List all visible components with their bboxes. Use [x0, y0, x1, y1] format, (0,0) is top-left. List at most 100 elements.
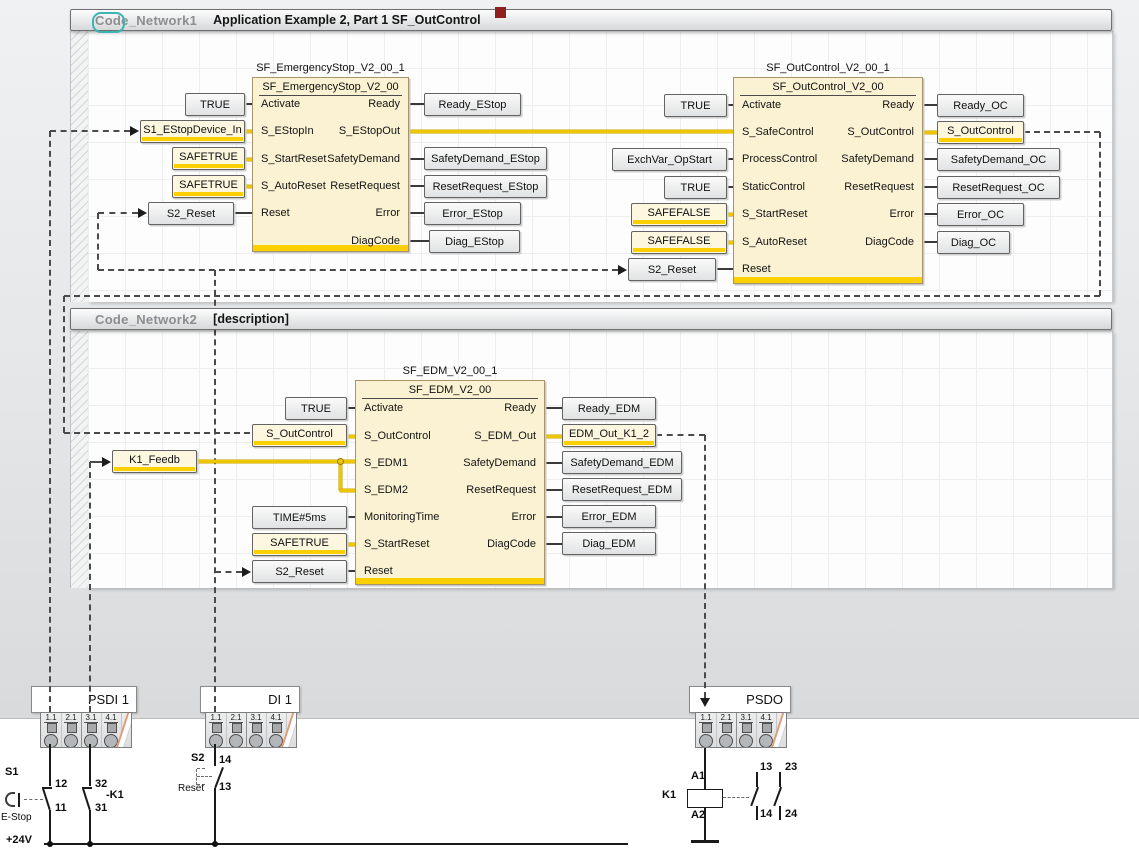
- safety-wire: [409, 130, 733, 133]
- circuit-label-14: 14: [219, 754, 231, 766]
- terminal-pin-3.1: 3.1: [246, 713, 267, 747]
- variable-box-SAFEFALSE[interactable]: SAFEFALSE: [631, 203, 727, 226]
- variable-box-Error_EDM[interactable]: Error_EDM: [562, 505, 656, 528]
- fb-input-pin-ProcessControl: ProcessControl: [742, 153, 817, 165]
- variable-box-SAFEFALSE[interactable]: SAFEFALSE: [631, 231, 727, 254]
- circuit-label-13: 13: [760, 761, 772, 773]
- dashed-connection-line: [63, 296, 65, 433]
- variable-box-Error_OC[interactable]: Error_OC: [937, 203, 1024, 226]
- network1-margin: [70, 31, 89, 302]
- network2-header[interactable]: Code_Network2 [description]: [70, 308, 1112, 330]
- network1-header[interactable]: Code_Network1 Application Example 2, Par…: [70, 9, 1112, 31]
- bus-junction-dot: [87, 841, 93, 847]
- variable-box-S_OutControl[interactable]: S_OutControl: [252, 424, 347, 447]
- variable-box-S2_Reset[interactable]: S2_Reset: [148, 202, 234, 225]
- variable-box-SafetyDemand_EStop[interactable]: SafetyDemand_EStop: [424, 147, 547, 170]
- variable-box-SafetyDemand_EDM[interactable]: SafetyDemand_EDM: [562, 451, 682, 474]
- circuit-wire: [704, 748, 706, 789]
- fb-output-pin-ResetRequest: ResetRequest: [466, 484, 536, 496]
- variable-box-Diag_OC[interactable]: Diag_OC: [937, 231, 1010, 254]
- fb-input-pin-Reset: Reset: [364, 565, 393, 577]
- pin-stub: [408, 240, 430, 242]
- variable-box-TRUE[interactable]: TRUE: [664, 176, 727, 199]
- variable-box-SAFETRUE[interactable]: SAFETRUE: [172, 147, 245, 170]
- variable-box-K1_Feedb[interactable]: K1_Feedb: [112, 450, 197, 473]
- terminal-pin-number: 4.1: [101, 713, 121, 722]
- terminal-pin-number: 1.1: [696, 713, 716, 722]
- safety-wire: [340, 489, 355, 492]
- variable-box-SAFETRUE[interactable]: SAFETRUE: [172, 175, 245, 198]
- circuit-wire: [756, 806, 758, 820]
- pin-stub: [922, 158, 938, 160]
- function-block-SF_OutControl_V2_00[interactable]: SF_OutControl_V2_00ActivateS_SafeControl…: [733, 77, 923, 284]
- fb-input-pin-Reset: Reset: [742, 263, 771, 275]
- terminal-pin-2.1: 2.1: [716, 713, 737, 747]
- circuit-wire: [42, 787, 52, 789]
- variable-box-ResetRequest_EDM[interactable]: ResetRequest_EDM: [562, 478, 682, 501]
- terminal-pin-2.1: 2.1: [226, 713, 247, 747]
- fb-output-pin-Ready: Ready: [504, 402, 536, 414]
- terminal-pin-square: [272, 723, 282, 733]
- dashed-connection-line: [89, 462, 91, 712]
- fb-input-pin-S_OutControl: S_OutControl: [364, 430, 431, 442]
- variable-box-ExchVar_OpStart[interactable]: ExchVar_OpStart: [612, 148, 727, 171]
- terminal-pin-contact: [84, 734, 98, 748]
- circuit-wire: [49, 744, 51, 786]
- variable-box-TRUE[interactable]: TRUE: [185, 93, 245, 116]
- fb-output-pin-DiagCode: DiagCode: [865, 236, 914, 248]
- terminal-pin-contact: [209, 734, 223, 748]
- function-block-SF_EmergencyStop_V2_00[interactable]: SF_EmergencyStop_V2_00ActivateS_EStopInS…: [252, 77, 409, 252]
- pin-stub: [408, 212, 425, 214]
- terminal-pin-contact: [699, 734, 713, 748]
- fb-instance-name: SF_EDM_V2_00_1: [355, 365, 545, 377]
- circuit-label-E-Stop: E-Stop: [1, 812, 32, 823]
- variable-box-S1_EStopDevice_In[interactable]: S1_EStopDevice_In: [140, 120, 245, 143]
- fb-input-pin-S_AutoReset: S_AutoReset: [742, 236, 807, 248]
- variable-box-Ready_OC[interactable]: Ready_OC: [937, 94, 1024, 117]
- circuit-wire: [773, 787, 781, 807]
- fb-output-pin-Error: Error: [890, 208, 914, 220]
- circuit-label-14: 14: [760, 808, 772, 820]
- estop-button-icon: [5, 792, 15, 807]
- terminal-pin-number: 2.1: [716, 713, 736, 722]
- dashed-connection-line: [656, 434, 705, 436]
- circuit-wire: [779, 806, 781, 820]
- variable-box-ResetRequest_OC[interactable]: ResetRequest_OC: [937, 176, 1060, 199]
- variable-box-SAFETRUE[interactable]: SAFETRUE: [252, 533, 347, 556]
- variable-box-ResetRequest_EStop[interactable]: ResetRequest_EStop: [424, 175, 547, 198]
- terminal-pin-1.1: 1.1: [206, 713, 227, 747]
- variable-box-Error_EStop[interactable]: Error_EStop: [424, 202, 521, 225]
- function-block-SF_EDM_V2_00[interactable]: SF_EDM_V2_00ActivateS_OutControlS_EDM1S_…: [355, 380, 545, 585]
- terminal-strip-PSDO: 1.12.13.14.1: [695, 712, 787, 748]
- variable-box-TRUE[interactable]: TRUE: [664, 94, 727, 117]
- terminal-pin-number: 4.1: [756, 713, 776, 722]
- network2-description[interactable]: [description]: [213, 312, 289, 326]
- terminal-pin-number: 2.1: [61, 713, 81, 722]
- terminal-pin-square: [722, 723, 732, 733]
- variable-box-Diag_EStop[interactable]: Diag_EStop: [429, 230, 520, 253]
- variable-box-S2_Reset[interactable]: S2_Reset: [628, 258, 716, 281]
- variable-box-Ready_EDM[interactable]: Ready_EDM: [562, 397, 656, 420]
- variable-box-Diag_EDM[interactable]: Diag_EDM: [562, 532, 656, 555]
- connection-arrow: [102, 457, 111, 467]
- terminal-pin-contact: [739, 734, 753, 748]
- variable-box-EDM_Out_K1_2[interactable]: EDM_Out_K1_2: [562, 424, 656, 447]
- terminal-pin-2.1: 2.1: [61, 713, 82, 747]
- terminal-pin-contact: [64, 734, 78, 748]
- fb-input-pin-S_EDM2: S_EDM2: [364, 484, 408, 496]
- variable-box-S_OutControl[interactable]: S_OutControl: [937, 121, 1024, 144]
- terminal-label-PSDI 1: PSDI 1: [31, 686, 137, 713]
- fb-input-pin-S_SafeControl: S_SafeControl: [742, 126, 814, 138]
- variable-box-TRUE[interactable]: TRUE: [285, 397, 347, 420]
- variable-box-TIME#5ms[interactable]: TIME#5ms: [252, 506, 347, 529]
- fb-instance-name: SF_EmergencyStop_V2_00_1: [252, 62, 409, 74]
- variable-box-SafetyDemand_OC[interactable]: SafetyDemand_OC: [937, 148, 1060, 171]
- variable-box-Ready_EStop[interactable]: Ready_EStop: [424, 93, 521, 116]
- dashed-connection-line: [64, 432, 250, 434]
- dashed-connection-line: [49, 131, 51, 712]
- fb-input-pin-Activate: Activate: [261, 98, 300, 110]
- network1-description[interactable]: Application Example 2, Part 1 SF_OutCont…: [213, 13, 480, 27]
- terminal-pin-square: [107, 723, 117, 733]
- variable-box-S2_Reset[interactable]: S2_Reset: [252, 560, 347, 583]
- bus-junction-dot: [212, 841, 218, 847]
